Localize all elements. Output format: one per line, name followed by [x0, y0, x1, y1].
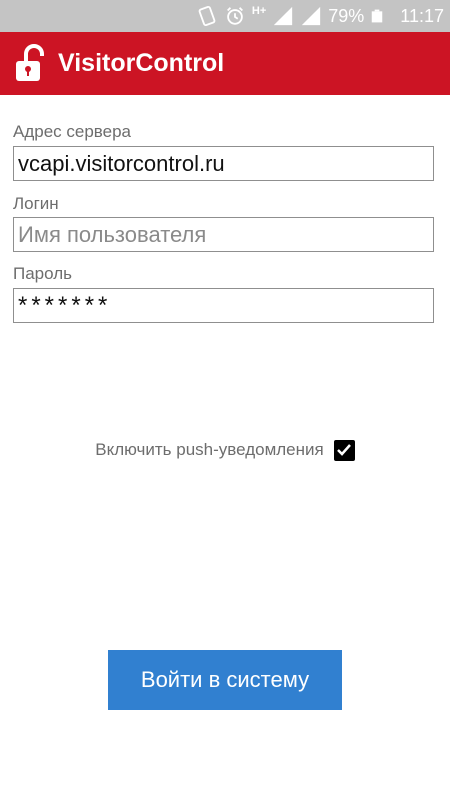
app-logo-text: VisitorControl — [58, 49, 225, 77]
clock: 11:17 — [400, 5, 444, 26]
lock-icon — [16, 43, 44, 81]
battery-percent: 79% — [328, 5, 365, 26]
status-bar-right: H+ 79% 11:17 — [196, 0, 444, 32]
signal-icon — [274, 6, 293, 26]
login-input[interactable] — [13, 217, 434, 252]
checkmark-icon — [337, 444, 352, 456]
password-label: Пароль — [13, 264, 72, 283]
password-input[interactable] — [13, 288, 434, 323]
push-notifications-checkbox[interactable] — [333, 439, 355, 461]
battery-icon — [372, 9, 383, 23]
login-button[interactable]: Войти в систему — [108, 650, 342, 710]
alarm-icon — [226, 7, 243, 25]
signal-icon-secondary — [302, 6, 321, 26]
login-label: Логин — [13, 194, 59, 213]
no-sim-icon — [198, 5, 216, 27]
push-notifications-label: Включить push-уведомления — [95, 440, 324, 459]
server-address-label: Адрес сервера — [13, 122, 132, 141]
network-type-label: H+ — [251, 5, 267, 17]
status-bar: H+ 79% 11:17 — [0, 0, 450, 32]
push-notifications-row: Включить push-уведомления — [0, 436, 450, 464]
app-header: VisitorControl — [0, 32, 450, 95]
server-address-input[interactable] — [13, 146, 434, 181]
